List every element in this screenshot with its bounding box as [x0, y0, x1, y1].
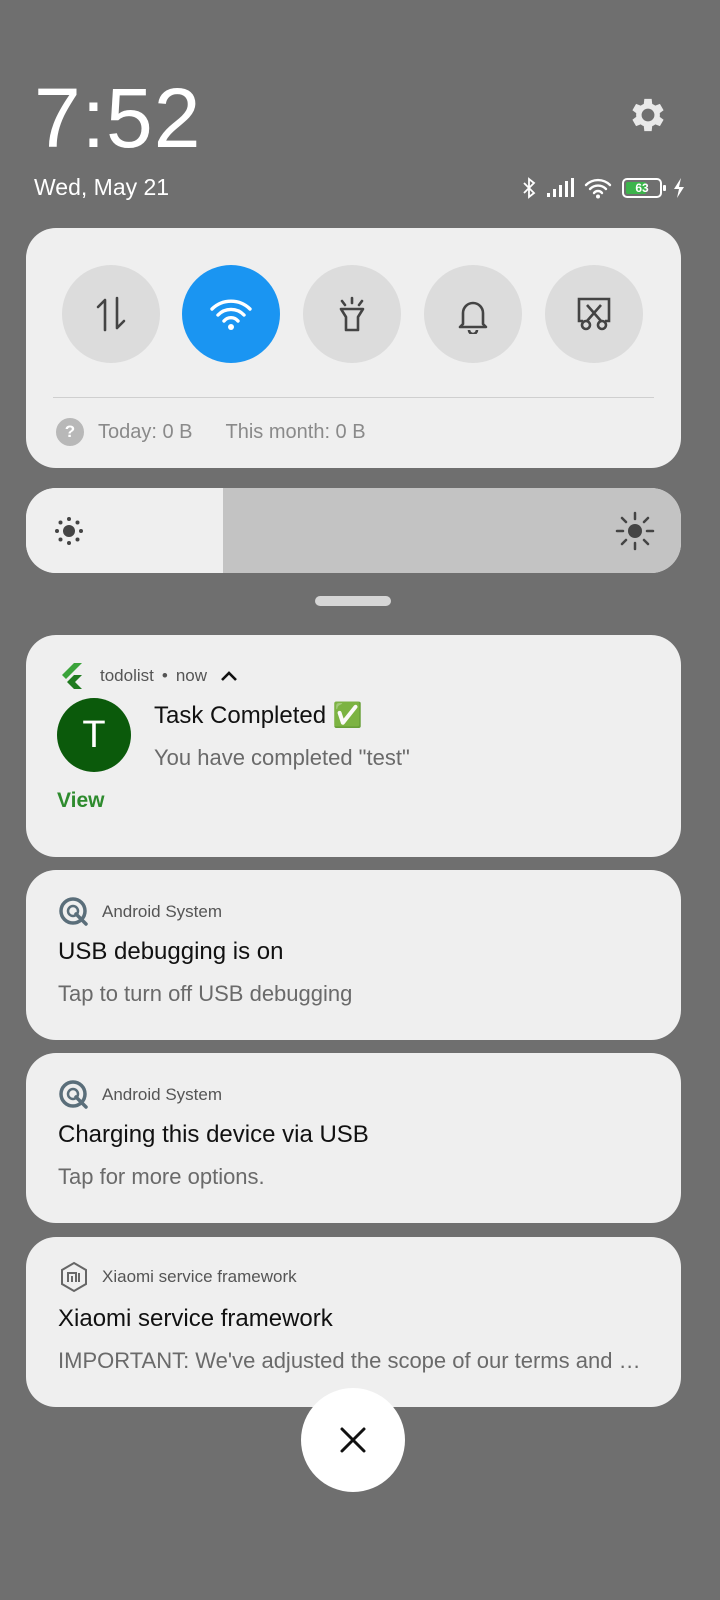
- mi-logo-icon: [61, 1261, 87, 1293]
- date: Wed, May 21: [34, 174, 170, 200]
- app-name: Xiaomi service framework: [102, 1267, 297, 1286]
- notification-title: Charging this device via USB: [58, 1121, 369, 1148]
- notification-header: todolist • now: [58, 661, 239, 691]
- screenshot-icon: [577, 297, 611, 331]
- help-icon[interactable]: ?: [56, 418, 84, 446]
- screenshot-toggle[interactable]: [545, 265, 643, 363]
- brightness-track: [223, 488, 681, 573]
- view-action-button[interactable]: View: [57, 789, 104, 813]
- android-system-icon: [59, 897, 88, 926]
- notification-text: You have completed "test": [154, 745, 410, 770]
- mobile-data-toggle[interactable]: [62, 265, 160, 363]
- notification-title: Task Completed ✅: [154, 702, 363, 729]
- notification-todolist[interactable]: todolist • now T Task Completed ✅ You ha…: [26, 635, 681, 857]
- flashlight-toggle[interactable]: [303, 265, 401, 363]
- usage-month: This month: 0 B: [225, 420, 366, 443]
- brightness-slider[interactable]: [26, 488, 681, 573]
- bell-icon: [458, 301, 488, 334]
- notification-header: Android System: [58, 896, 222, 928]
- data-arrows-icon: [96, 296, 126, 332]
- notification-usb-debugging[interactable]: Android System USB debugging is on Tap t…: [26, 870, 681, 1040]
- data-usage-row: ? Today: 0 B This month: 0 B: [56, 418, 366, 446]
- android-system-icon: [59, 1080, 88, 1109]
- notification-text: Tap to turn off USB debugging: [58, 981, 353, 1006]
- battery-icon: 63: [622, 178, 666, 198]
- wifi-status-icon: [584, 178, 612, 199]
- notification-title: Xiaomi service framework: [58, 1305, 333, 1332]
- settings-gear-icon[interactable]: [626, 93, 670, 137]
- notification-text: Tap for more options.: [58, 1164, 265, 1189]
- flutter-app-icon: [62, 663, 82, 689]
- notification-header: Xiaomi service framework: [58, 1261, 297, 1293]
- wifi-icon: [210, 299, 252, 330]
- app-name: todolist: [100, 666, 154, 685]
- notification-usb-charging[interactable]: Android System Charging this device via …: [26, 1053, 681, 1223]
- notification-xiaomi-framework[interactable]: Xiaomi service framework Xiaomi service …: [26, 1237, 681, 1407]
- clear-all-button[interactable]: [301, 1388, 405, 1492]
- brightness-low-icon: [55, 517, 83, 545]
- chevron-up-icon[interactable]: [219, 669, 239, 683]
- wifi-toggle[interactable]: [182, 265, 280, 363]
- clock: 7:52: [34, 71, 202, 165]
- notification-time: now: [175, 666, 208, 685]
- avatar: T: [57, 698, 131, 772]
- notification-header: Android System: [58, 1079, 222, 1111]
- notification-title: USB debugging is on: [58, 938, 284, 965]
- flashlight-icon: [339, 296, 365, 332]
- usage-today: Today: 0 B: [98, 420, 193, 443]
- panel-drag-handle[interactable]: [315, 596, 391, 606]
- divider: [53, 397, 654, 398]
- signal-icon: [547, 178, 574, 197]
- brightness-high-icon: [615, 511, 655, 551]
- notification-text: IMPORTANT: We've adjusted the scope of o…: [58, 1348, 648, 1373]
- bluetooth-icon: [523, 177, 536, 199]
- battery-level: 63: [635, 181, 649, 195]
- app-name: Android System: [102, 902, 222, 921]
- close-icon: [340, 1427, 366, 1453]
- sound-toggle[interactable]: [424, 265, 522, 363]
- app-name: Android System: [102, 1085, 222, 1104]
- quick-settings-panel: ? Today: 0 B This month: 0 B: [26, 228, 681, 468]
- charging-icon: [674, 178, 684, 198]
- status-icons: 63: [522, 174, 686, 202]
